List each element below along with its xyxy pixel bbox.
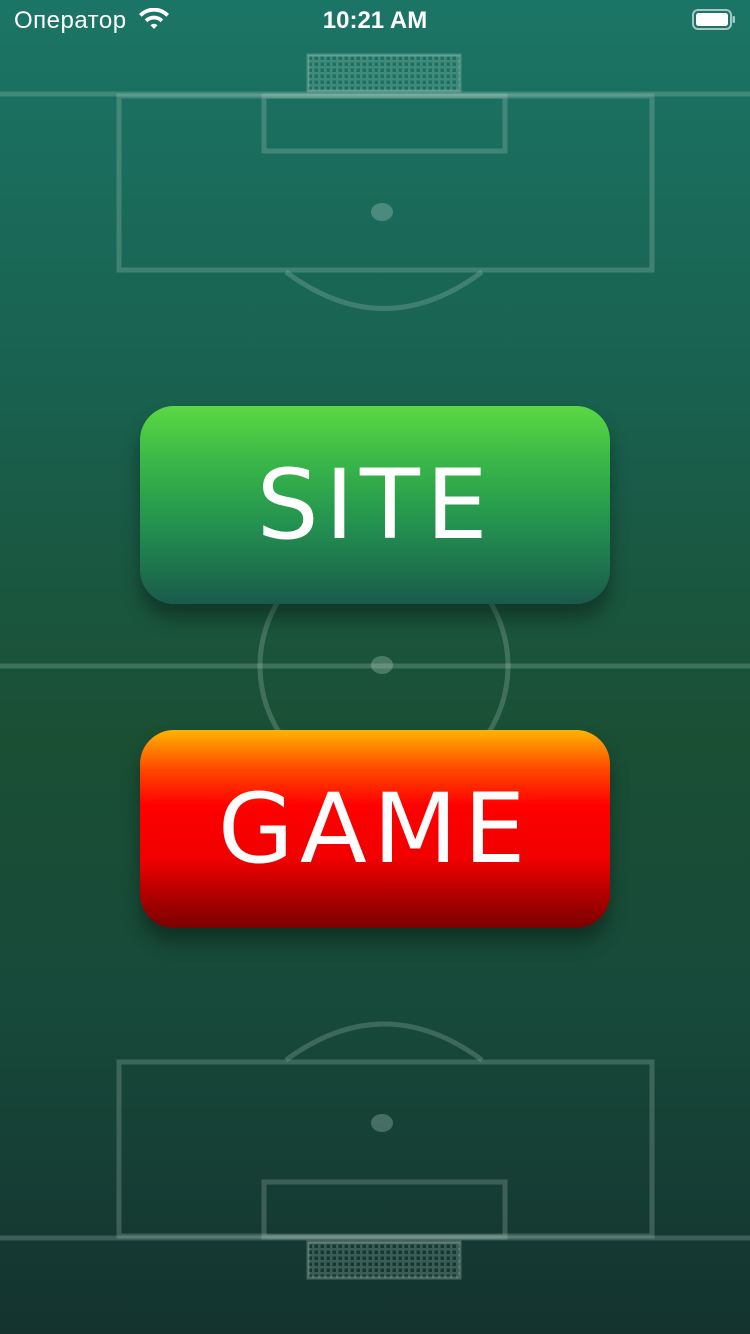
site-button[interactable]: SITE	[140, 406, 610, 604]
status-bar: Оператор 10:21 AM	[0, 0, 750, 40]
game-button[interactable]: GAME	[140, 730, 610, 928]
top-penalty-arc	[284, 269, 484, 311]
top-goal-area	[261, 93, 508, 154]
bottom-penalty-box	[116, 1059, 655, 1239]
bottom-penalty-spot	[371, 1114, 393, 1132]
bottom-penalty-arc	[284, 1021, 484, 1063]
bottom-goal-net	[306, 1240, 462, 1280]
top-penalty-box	[116, 93, 655, 273]
game-button-label: GAME	[218, 773, 532, 885]
bottom-goal-area	[261, 1179, 508, 1240]
battery-icon	[692, 9, 735, 30]
soccer-pitch-background	[0, 53, 750, 1280]
top-goal-net	[306, 53, 462, 93]
status-time: 10:21 AM	[322, 7, 428, 34]
center-spot	[371, 656, 393, 674]
site-button-label: SITE	[256, 449, 494, 561]
top-penalty-spot	[371, 203, 393, 221]
